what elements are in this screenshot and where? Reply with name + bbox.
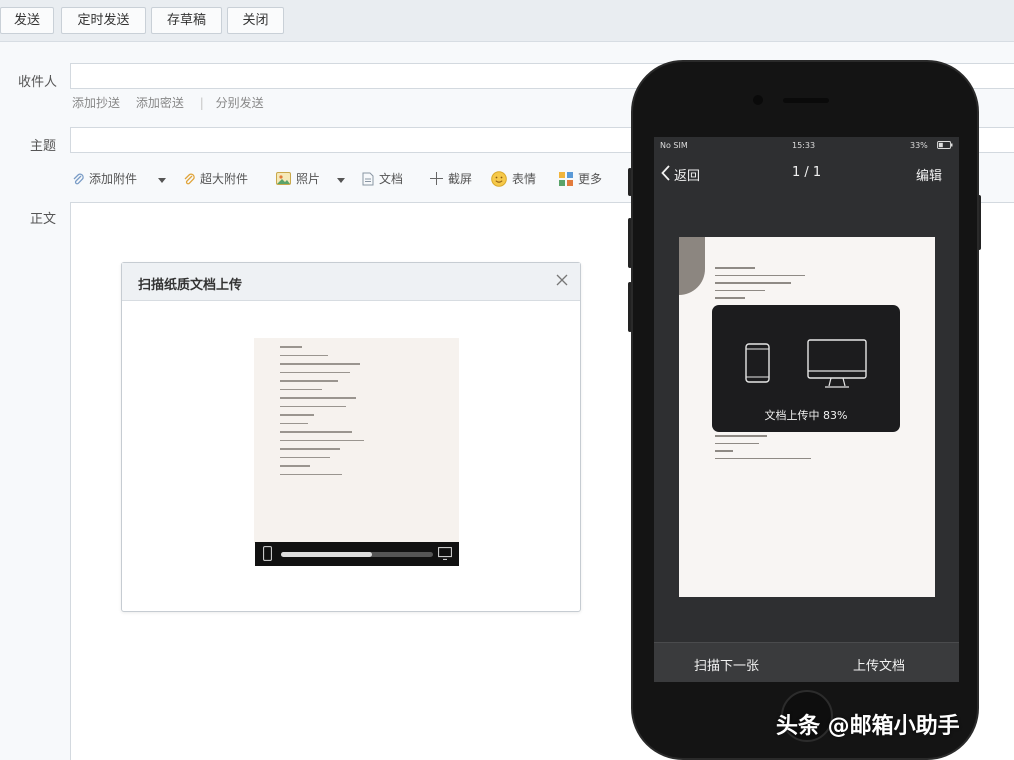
upload-progress-fill <box>281 552 373 557</box>
monitor-icon <box>807 339 867 388</box>
back-chevron-icon[interactable] <box>661 165 670 181</box>
photo-button[interactable]: 照片 <box>276 170 320 187</box>
save-draft-button[interactable]: 存草稿 <box>151 7 222 34</box>
battery-text: 33% <box>910 141 928 150</box>
emoji-button[interactable]: 表情 <box>491 170 536 187</box>
recipient-label: 收件人 <box>18 75 58 90</box>
scanned-photo: 文档上传中 83% <box>679 237 935 597</box>
status-bar: No SIM 15:33 33% <box>654 137 959 153</box>
phone-device: No SIM 15:33 33% 返回 1 / 1 编辑 文档上传中 83% 扫… <box>631 60 979 760</box>
smiley-icon <box>491 170 507 187</box>
screenshot-label: 截屏 <box>448 172 473 186</box>
page-indicator: 1 / 1 <box>792 165 822 180</box>
dialog-title: 扫描纸质文档上传 <box>138 278 243 293</box>
close-button[interactable]: 关闭 <box>227 7 284 34</box>
separate-send-link[interactable]: 分别发送 <box>216 96 264 110</box>
close-icon[interactable] <box>556 274 568 286</box>
add-bcc-link[interactable]: 添加密送 <box>136 96 184 110</box>
send-button[interactable]: 发送 <box>0 7 54 34</box>
chevron-down-icon[interactable] <box>337 178 345 183</box>
add-cc-link[interactable]: 添加抄送 <box>72 96 120 110</box>
photo-icon <box>276 172 291 185</box>
upload-status-overlay: 文档上传中 83% <box>712 305 900 432</box>
edit-button[interactable]: 编辑 <box>916 165 942 184</box>
body-label: 正文 <box>30 212 57 227</box>
scanned-document-preview <box>254 338 459 543</box>
add-attachment-label: 添加附件 <box>89 172 138 186</box>
scan-upload-dialog: 扫描纸质文档上传 <box>121 262 581 612</box>
paperclip-icon <box>73 173 84 184</box>
more-button[interactable]: 更多 <box>559 170 602 187</box>
photo-label: 照片 <box>296 172 321 186</box>
paperclip-icon <box>184 173 195 184</box>
chevron-down-icon[interactable] <box>158 178 166 183</box>
upload-document-button[interactable]: 上传文档 <box>853 655 905 674</box>
photo-shadow-corner <box>679 237 705 295</box>
phone-speaker <box>783 98 829 103</box>
nav-bar: 返回 1 / 1 编辑 <box>654 153 959 191</box>
document-label: 文档 <box>379 172 404 186</box>
battery-icon <box>937 141 953 149</box>
large-attachment-label: 超大附件 <box>200 172 249 186</box>
dialog-header: 扫描纸质文档上传 <box>122 263 580 301</box>
watermark: 头条 @邮箱小助手 <box>776 714 960 739</box>
scheduled-send-button[interactable]: 定时发送 <box>61 7 146 34</box>
add-attachment-button[interactable]: 添加附件 <box>72 170 137 187</box>
compose-toolbar: 发送 定时发送 存草稿 关闭 <box>0 0 1014 42</box>
document-text-lines <box>280 346 364 482</box>
document-icon <box>362 172 374 185</box>
upload-progress-bar <box>281 552 433 557</box>
phone-icon <box>745 343 770 383</box>
photo-text-lines <box>715 435 811 465</box>
emoji-label: 表情 <box>512 172 537 186</box>
upload-status-text: 文档上传中 83% <box>764 409 848 422</box>
phone-icon <box>263 546 272 561</box>
scan-next-button[interactable]: 扫描下一张 <box>694 655 759 674</box>
upload-progress-strip <box>255 542 459 566</box>
separator: | <box>199 96 204 110</box>
monitor-icon <box>438 547 452 560</box>
back-button[interactable]: 返回 <box>674 165 700 184</box>
clock-text: 15:33 <box>792 141 816 150</box>
photo-text-lines <box>715 267 805 305</box>
apps-grid-icon <box>559 171 573 186</box>
recipient-options: 添加抄送 添加密送 | 分别发送 <box>72 94 276 111</box>
phone-camera <box>753 95 763 105</box>
document-button[interactable]: 文档 <box>362 170 403 187</box>
crop-icon <box>430 172 443 185</box>
more-label: 更多 <box>578 172 603 186</box>
phone-screen: No SIM 15:33 33% 返回 1 / 1 编辑 文档上传中 83% 扫… <box>654 137 959 682</box>
screenshot-button[interactable]: 截屏 <box>430 170 472 187</box>
phone-bottom-bar: 扫描下一张 上传文档 <box>654 642 959 682</box>
subject-label: 主题 <box>30 139 57 154</box>
carrier-text: No SIM <box>660 141 688 150</box>
large-attachment-button[interactable]: 超大附件 <box>183 170 248 187</box>
